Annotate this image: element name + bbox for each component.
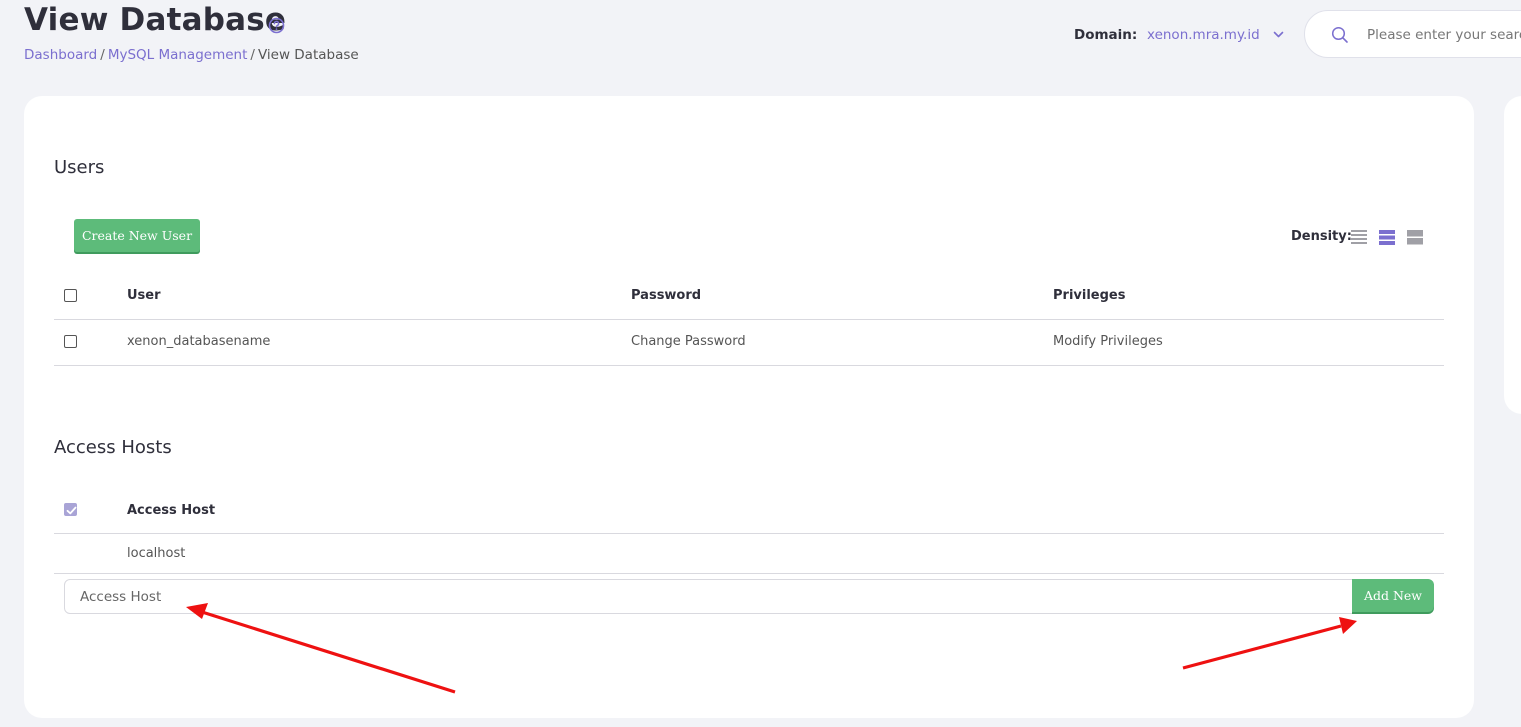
row-checkbox[interactable] [64, 335, 77, 348]
density-label: Density: [1291, 229, 1352, 244]
table-divider [54, 573, 1444, 574]
column-header-password[interactable]: Password [631, 288, 701, 303]
select-all-hosts-checkbox[interactable] [64, 503, 77, 516]
breadcrumb-separator: / [250, 47, 255, 63]
density-standard-icon[interactable] [1379, 229, 1395, 245]
table-divider [54, 365, 1444, 366]
domain-selector[interactable]: xenon.mra.my.id [1147, 27, 1260, 43]
search-box [1304, 10, 1521, 58]
column-header-access-host[interactable]: Access Host [127, 503, 215, 518]
breadcrumb-current: View Database [257, 47, 359, 63]
page-title: View Database [24, 2, 287, 38]
search-icon[interactable] [1331, 26, 1349, 44]
table-divider [54, 319, 1444, 320]
breadcrumb-mysql-management[interactable]: MySQL Management [108, 47, 248, 63]
users-section-title: Users [54, 157, 105, 178]
add-new-host-button[interactable]: Add New [1352, 579, 1434, 612]
column-header-privileges[interactable]: Privileges [1053, 288, 1125, 303]
breadcrumb-dashboard[interactable]: Dashboard [24, 47, 97, 63]
user-name: xenon_databasename [127, 334, 271, 349]
modify-privileges-link[interactable]: Modify Privileges [1053, 334, 1163, 349]
density-comfortable-icon[interactable] [1407, 229, 1423, 245]
breadcrumb-separator: / [100, 47, 105, 63]
access-host-value: localhost [127, 546, 186, 561]
table-divider [54, 533, 1444, 534]
change-password-link[interactable]: Change Password [631, 334, 746, 349]
help-icon[interactable] [268, 17, 285, 34]
density-compact-icon[interactable] [1351, 229, 1367, 245]
main-card [24, 96, 1474, 718]
column-header-user[interactable]: User [127, 288, 161, 303]
create-new-user-button[interactable]: Create New User [74, 219, 200, 252]
chevron-down-icon[interactable] [1272, 28, 1285, 41]
select-all-users-checkbox[interactable] [64, 289, 77, 302]
checkmark-icon [66, 506, 77, 515]
side-panel [1504, 96, 1521, 414]
breadcrumb: Dashboard / MySQL Management / View Database [24, 47, 359, 63]
domain-label: Domain: [1074, 27, 1138, 43]
search-input[interactable] [1365, 23, 1521, 47]
access-hosts-section-title: Access Hosts [54, 437, 172, 458]
access-host-input[interactable] [64, 579, 1354, 614]
